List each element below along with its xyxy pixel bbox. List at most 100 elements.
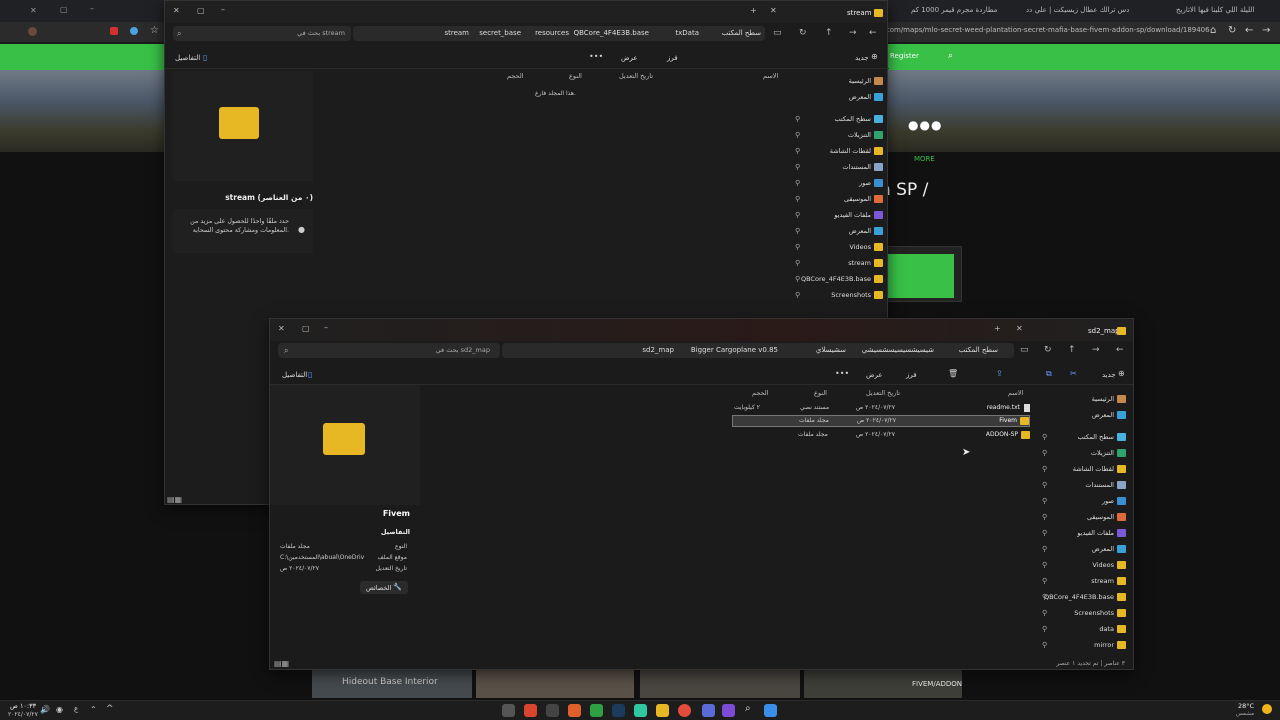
pin-icon[interactable]: ⚲: [1042, 529, 1047, 537]
chrome-icon[interactable]: [678, 704, 691, 717]
nav-item[interactable]: Screenshots: [795, 291, 883, 299]
forward-icon[interactable]: →: [849, 28, 857, 38]
pin-icon[interactable]: ⚲: [1042, 497, 1047, 505]
view-button[interactable]: عرض: [866, 371, 883, 379]
column-name[interactable]: الاسم: [763, 72, 778, 80]
nav-item[interactable]: الرئيسية: [795, 77, 883, 85]
pin-icon[interactable]: ⚲: [1042, 593, 1047, 601]
pin-icon[interactable]: ⚲: [1042, 513, 1047, 521]
input-language[interactable]: ع: [74, 705, 78, 713]
windows-start-icon[interactable]: [764, 704, 777, 717]
pin-icon[interactable]: ⚲: [1042, 577, 1047, 585]
app-icon[interactable]: [524, 704, 537, 717]
pin-icon[interactable]: ⚲: [1042, 545, 1047, 553]
table-row-selected[interactable]: Fivem ٢٠٢٤/٠٧/٢٧ ص مجلد ملفات: [732, 415, 1030, 427]
breadcrumb-item[interactable]: شيسيشسيسيسشسيشي: [862, 346, 934, 354]
nav-item[interactable]: المعرض: [1038, 545, 1126, 553]
app-icon[interactable]: [634, 704, 647, 717]
nav-item[interactable]: Videos: [795, 243, 883, 251]
breadcrumb-item[interactable]: stream: [444, 29, 469, 37]
pin-icon[interactable]: ⚲: [795, 195, 800, 203]
refresh-icon[interactable]: ↻: [1044, 345, 1052, 355]
breadcrumb[interactable]: سطح المكتب شيسيشسيسيسشسيشي سشيسلاي Bigge…: [502, 343, 1014, 358]
nav-item[interactable]: المعرض: [795, 227, 883, 235]
close-icon[interactable]: ✕: [173, 6, 180, 15]
pin-icon[interactable]: ⚲: [795, 211, 800, 219]
monitor-icon[interactable]: ▭: [1020, 345, 1029, 355]
browser-minimize-icon[interactable]: –: [90, 4, 94, 13]
thumbnail[interactable]: Hideout Base Interior: [312, 668, 472, 698]
column-size[interactable]: الحجم: [507, 72, 524, 80]
thumbnail[interactable]: [476, 668, 634, 698]
search-box[interactable]: ⌕ بحث في sd2_map: [278, 343, 500, 358]
browser-restore-icon[interactable]: ▢: [60, 5, 68, 14]
app-icon[interactable]: [722, 704, 735, 717]
app-icon[interactable]: [502, 704, 515, 717]
breadcrumb-item[interactable]: سشيسلاي: [816, 346, 846, 354]
close-tab-icon[interactable]: ✕: [770, 6, 777, 15]
nav-item[interactable]: Videos: [1038, 561, 1126, 569]
share-icon[interactable]: ⇪: [996, 369, 1003, 378]
properties-button[interactable]: الخصائص 🔧: [360, 581, 408, 594]
browser-tab[interactable]: الليلة اللي كلينا فيها الاتاريخ: [1170, 3, 1270, 20]
minimize-icon[interactable]: –: [221, 5, 225, 14]
nav-item[interactable]: ملفات الفيديو: [1038, 529, 1126, 537]
breadcrumb-item[interactable]: Bigger Cargoplane v0.85: [691, 346, 778, 354]
reload-icon[interactable]: ↻: [1228, 25, 1236, 36]
nav-item[interactable]: لقطات الشاشة: [795, 147, 883, 155]
nav-item[interactable]: stream: [1038, 577, 1126, 585]
nav-item[interactable]: المعرض: [1038, 411, 1126, 419]
nav-item[interactable]: mirror: [1038, 641, 1126, 649]
register-link[interactable]: Register: [890, 52, 919, 60]
up-icon[interactable]: ↑: [1068, 345, 1076, 355]
copy-icon[interactable]: ⧉: [1046, 369, 1052, 379]
pin-icon[interactable]: ⚲: [1042, 449, 1047, 457]
nav-item[interactable]: المعرض: [795, 93, 883, 101]
restore-icon[interactable]: ▢: [197, 6, 205, 15]
chevron-up-icon[interactable]: ^: [106, 704, 114, 714]
nav-item[interactable]: data: [1038, 625, 1126, 633]
nav-item[interactable]: الموسيقى: [1038, 513, 1126, 521]
play-icon[interactable]: [590, 704, 603, 717]
clock-time[interactable]: ١٠:٣٣ ص: [10, 702, 36, 710]
thumbnail[interactable]: FIVEM/ADDON: [804, 668, 962, 698]
pin-icon[interactable]: ⚲: [1042, 465, 1047, 473]
discord-icon[interactable]: [702, 704, 715, 717]
extension-icon[interactable]: [130, 27, 138, 35]
pin-icon[interactable]: ⚲: [1042, 625, 1047, 633]
pin-icon[interactable]: ⚲: [795, 163, 800, 171]
thumbnail[interactable]: [640, 668, 800, 698]
browser-close-icon[interactable]: ✕: [30, 6, 37, 15]
nav-item[interactable]: لقطات الشاشة: [1038, 465, 1126, 473]
nav-item[interactable]: stream: [795, 259, 883, 267]
nav-item[interactable]: صور: [795, 179, 883, 187]
weather-temp[interactable]: 28°C: [1238, 702, 1254, 710]
breadcrumb-item[interactable]: sd2_map: [642, 346, 674, 354]
pin-icon[interactable]: ⚲: [1042, 481, 1047, 489]
new-button[interactable]: جديد: [1102, 371, 1116, 379]
column-date[interactable]: تاريخ التعديل: [619, 72, 653, 80]
address-bar[interactable]: s.com/maps/mlo-secret-weed-plantation-se…: [880, 26, 1210, 34]
details-button[interactable]: التفاصيل: [282, 371, 307, 379]
view-button[interactable]: عرض: [621, 54, 638, 62]
new-tab-icon[interactable]: +: [994, 324, 1001, 333]
new-button[interactable]: جديد: [855, 54, 869, 62]
network-icon[interactable]: ◉: [56, 705, 63, 714]
back-icon[interactable]: →: [1262, 25, 1270, 36]
pin-icon[interactable]: ⚲: [795, 115, 800, 123]
new-tab-icon[interactable]: +: [750, 6, 757, 15]
pin-icon[interactable]: ⚲: [1042, 609, 1047, 617]
nav-item[interactable]: الرئيسية: [1038, 395, 1126, 403]
browser-tab[interactable]: مطاردة مجرم قيمر 1000 كم: [905, 3, 1015, 20]
tab-title[interactable]: stream: [847, 9, 872, 17]
tab-title[interactable]: sd2_map: [1088, 327, 1120, 335]
star-icon[interactable]: ☆: [150, 25, 159, 36]
pin-icon[interactable]: ⚲: [1042, 561, 1047, 569]
column-type[interactable]: النوع: [569, 72, 582, 80]
close-tab-icon[interactable]: ✕: [1016, 324, 1023, 333]
nav-item[interactable]: الموسيقى: [795, 195, 883, 203]
steam-icon[interactable]: [612, 704, 625, 717]
browser-tab[interactable]: دس ترالك عطال زيسيكت | علي دد: [1020, 3, 1130, 20]
pin-icon[interactable]: ⚲: [795, 179, 800, 187]
breadcrumb[interactable]: سطح المكتب txData QBCore_4F4E3B.base res…: [353, 26, 765, 41]
